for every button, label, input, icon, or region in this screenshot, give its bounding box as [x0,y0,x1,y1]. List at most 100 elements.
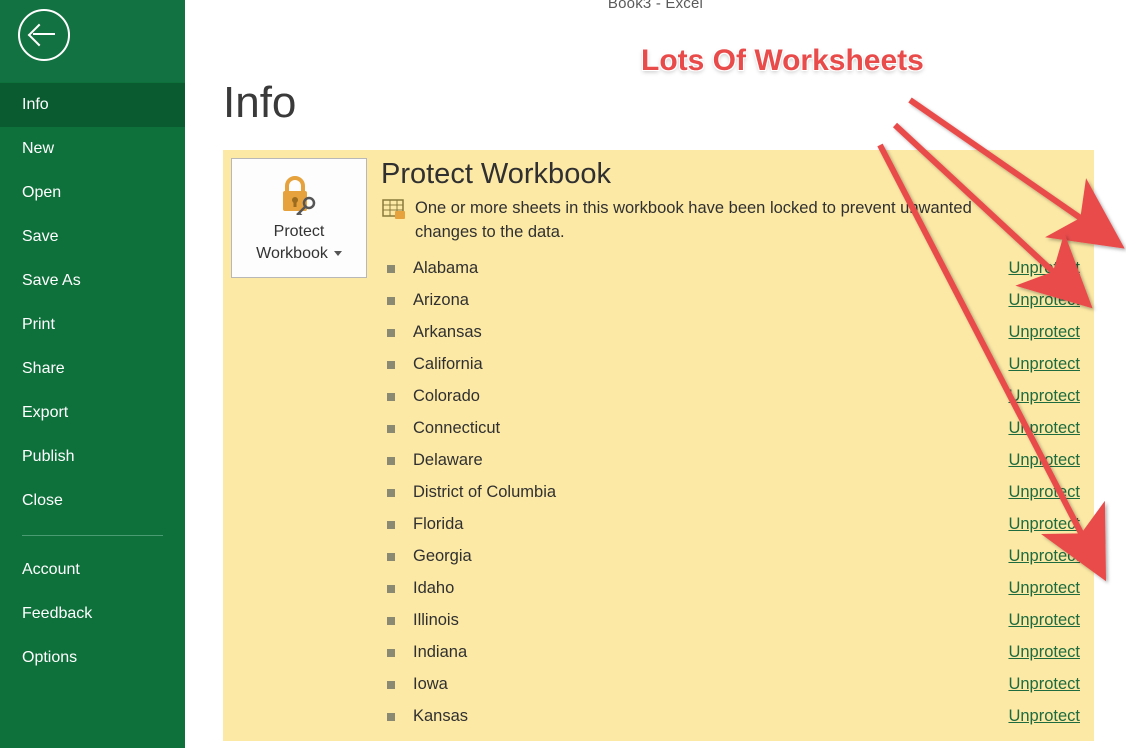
nav-label: Options [22,649,77,666]
sheet-name: Connecticut [413,419,1008,438]
unprotect-link[interactable]: Unprotect [1008,675,1080,694]
sheet-row: KansasUnprotect [381,701,1086,733]
unprotect-link[interactable]: Unprotect [1008,611,1080,630]
nav-item-save[interactable]: Save [0,215,185,259]
back-button[interactable] [18,9,70,61]
sheet-bullet-icon [387,713,395,721]
page-title: Info [223,78,1126,128]
unprotect-link[interactable]: Unprotect [1008,387,1080,406]
sheet-row: IllinoisUnprotect [381,605,1086,637]
sheet-name: Georgia [413,547,1008,566]
unprotect-link[interactable]: Unprotect [1008,291,1080,310]
sheet-bullet-icon [387,361,395,369]
nav-item-open[interactable]: Open [0,171,185,215]
back-arrow-icon [31,22,57,48]
nav-label: Save As [22,272,81,289]
sheet-name: Colorado [413,387,1008,406]
sheet-name: Alabama [413,259,1008,278]
sheet-name: Illinois [413,611,1008,630]
sheet-bullet-icon [387,393,395,401]
nav-label: Account [22,561,80,578]
protect-heading: Protect Workbook [381,158,1086,191]
nav-item-publish[interactable]: Publish [0,435,185,479]
nav-item-info[interactable]: Info [0,83,185,127]
sheet-row: IdahoUnprotect [381,573,1086,605]
sheet-bullet-icon [387,649,395,657]
sheet-bullet-icon [387,585,395,593]
sheet-row: DelawareUnprotect [381,445,1086,477]
unprotect-link[interactable]: Unprotect [1008,483,1080,502]
sheet-name: Kansas [413,707,1008,726]
unprotect-link[interactable]: Unprotect [1008,355,1080,374]
nav-label: Info [22,96,49,113]
nav-label: Publish [22,448,74,465]
sheet-bullet-icon [387,617,395,625]
sheet-row: District of ColumbiaUnprotect [381,477,1086,509]
sheet-name: Delaware [413,451,1008,470]
unprotect-link[interactable]: Unprotect [1008,515,1080,534]
unprotect-link[interactable]: Unprotect [1008,451,1080,470]
protect-workbook-panel: Protect Workbook Protect Workbook One or… [223,150,1094,741]
nav-item-options[interactable]: Options [0,636,185,680]
sheet-row: ArizonaUnprotect [381,285,1086,317]
nav-list: Info New Open Save Save As Print Share E… [0,83,185,680]
sheet-bullet-icon [387,553,395,561]
sheet-name: Indiana [413,643,1008,662]
sheet-bullet-icon [387,329,395,337]
nav-separator [22,535,163,536]
protect-workbook-button[interactable]: Protect Workbook [231,158,367,278]
nav-label: Export [22,404,68,421]
sheet-row: ArkansasUnprotect [381,317,1086,349]
sheet-row: IowaUnprotect [381,669,1086,701]
nav-item-export[interactable]: Export [0,391,185,435]
protect-panel-body: Protect Workbook One or more sheets in t… [367,158,1086,733]
nav-label: Print [22,316,55,333]
unprotect-link[interactable]: Unprotect [1008,419,1080,438]
sheet-row: ConnecticutUnprotect [381,413,1086,445]
unprotect-link[interactable]: Unprotect [1008,643,1080,662]
sheet-name: California [413,355,1008,374]
worksheet-icon [381,197,405,221]
sheet-bullet-icon [387,681,395,689]
nav-label: Save [22,228,58,245]
main-area: Book3 - Excel Info Protect Workbook Prot… [185,0,1126,748]
unprotect-link[interactable]: Unprotect [1008,259,1080,278]
protected-sheet-list: AlabamaUnprotectArizonaUnprotectArkansas… [381,253,1086,733]
unprotect-link[interactable]: Unprotect [1008,579,1080,598]
unprotect-link[interactable]: Unprotect [1008,707,1080,726]
protect-description: One or more sheets in this workbook have… [415,197,1025,245]
nav-item-print[interactable]: Print [0,303,185,347]
sheet-name: Arizona [413,291,1008,310]
nav-item-save-as[interactable]: Save As [0,259,185,303]
sheet-name: Arkansas [413,323,1008,342]
nav-label: Share [22,360,65,377]
nav-item-new[interactable]: New [0,127,185,171]
nav-item-share[interactable]: Share [0,347,185,391]
sheet-bullet-icon [387,297,395,305]
unprotect-link[interactable]: Unprotect [1008,323,1080,342]
sheet-row: CaliforniaUnprotect [381,349,1086,381]
nav-item-feedback[interactable]: Feedback [0,592,185,636]
sheet-bullet-icon [387,265,395,273]
nav-item-close[interactable]: Close [0,479,185,523]
sheet-row: GeorgiaUnprotect [381,541,1086,573]
sheet-name: Iowa [413,675,1008,694]
nav-label: Feedback [22,605,92,622]
sheet-name: District of Columbia [413,483,1008,502]
sheet-row: AlabamaUnprotect [381,253,1086,285]
backstage-sidebar: Info New Open Save Save As Print Share E… [0,0,185,748]
sheet-bullet-icon [387,489,395,497]
protect-button-line1: Protect [256,221,342,243]
sheet-name: Florida [413,515,1008,534]
nav-item-account[interactable]: Account [0,548,185,592]
sheet-bullet-icon [387,521,395,529]
sheet-name: Idaho [413,579,1008,598]
sheet-row: FloridaUnprotect [381,509,1086,541]
window-title: Book3 - Excel [185,0,1126,8]
sheet-row: ColoradoUnprotect [381,381,1086,413]
protect-button-line2: Workbook [256,243,342,265]
nav-label: New [22,140,54,157]
nav-label: Close [22,492,63,509]
sheet-bullet-icon [387,457,395,465]
unprotect-link[interactable]: Unprotect [1008,547,1080,566]
